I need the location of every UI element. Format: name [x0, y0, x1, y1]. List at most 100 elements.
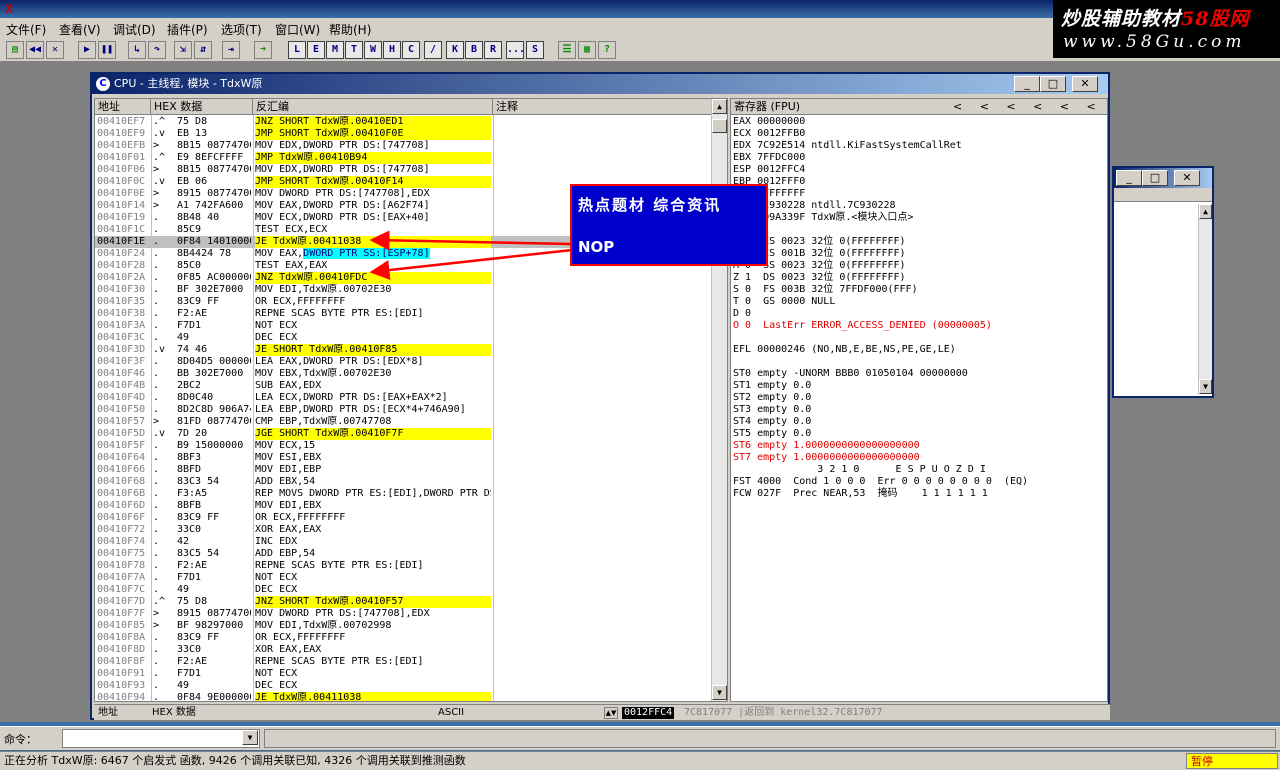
- maximize-icon[interactable]: □: [1040, 76, 1066, 92]
- disassembly-row[interactable]: 00410F57 >81FD 08774700 CMP EBP,TdxW原.0074…: [95, 416, 711, 428]
- minimize-icon[interactable]: _: [1014, 76, 1040, 92]
- disassembly-row[interactable]: 00410F06 >8B15 08774700 MOV EDX,DWORD PTR …: [95, 164, 711, 176]
- disassembly-row[interactable]: 00410F4B. 2BC2 SUB EAX,EDX: [95, 380, 711, 392]
- toolbar-windows-button[interactable]: W: [364, 41, 382, 59]
- dump-scroll-icon[interactable]: ▲▼: [604, 707, 618, 719]
- register-line[interactable]: ST7 empty 1.0000000000000000000: [733, 452, 920, 464]
- menu-view[interactable]: 查看(V): [59, 21, 101, 38]
- disassembly-row[interactable]: 00410EFB >8B15 08774700 MOV EDX,DWORD PTR …: [95, 140, 711, 152]
- register-line[interactable]: S 0 FS 003B 32位 7FFDF000(FFF): [733, 284, 918, 296]
- scroll-thumb[interactable]: [712, 119, 727, 133]
- disassembly-row[interactable]: 00410F7F >8915 08774700 MOV DWORD PTR DS:[…: [95, 608, 711, 620]
- menu-file[interactable]: 文件(F): [6, 21, 46, 38]
- disassembly-row[interactable]: 00410F72. 33C0 XOR EAX,EAX: [95, 524, 711, 536]
- column-header-address[interactable]: 地址: [95, 99, 151, 115]
- registers-arrows[interactable]: < < < < < <: [953, 99, 1096, 114]
- disassembly-row[interactable]: 00410F91. F7D1 NOT ECX: [95, 668, 711, 680]
- scroll-up-icon[interactable]: ▲: [1199, 204, 1212, 219]
- pause-icon[interactable]: ❚❚: [98, 41, 116, 59]
- dump-column-hex[interactable]: HEX 数据: [152, 705, 196, 721]
- disassembly-row[interactable]: 00410F35. 83C9 FF OR ECX,FFFFFFFF: [95, 296, 711, 308]
- disassembly-row[interactable]: 00410F3A. F7D1 NOT ECX: [95, 320, 711, 332]
- open-icon[interactable]: ▤: [6, 41, 24, 59]
- disassembly-row[interactable]: 00410F6D. 8BFB MOV EDI,EBX: [95, 500, 711, 512]
- menu-help[interactable]: 帮助(H): [329, 21, 371, 38]
- disassembly-row[interactable]: 00410F4D. 8D0C40 LEA ECX,DWORD PTR DS:[EAX…: [95, 392, 711, 404]
- menu-debug[interactable]: 调试(D): [113, 21, 156, 38]
- registers-pane[interactable]: 寄存器 (FPU) < < < < < < EAX 00000000 ECX 00…: [730, 98, 1108, 702]
- cpu-window[interactable]: C CPU - 主线程, 模块 - TdxW原 _ □ ✕ 地址 HEX 数据 …: [90, 72, 1110, 720]
- toolbar-references-button[interactable]: R: [484, 41, 502, 59]
- disassembly-row[interactable]: 00410EF7 .^ 75 D8 JNZ SHORT TdxW原.00410ED1: [95, 116, 711, 128]
- disassembly-row[interactable]: 00410F38. F2:AE REPNE SCAS BYTE PTR ES:[ED…: [95, 308, 711, 320]
- secondary-window[interactable]: _ □ ✕ ▲ ▼: [1112, 166, 1214, 398]
- register-line[interactable]: ST3 empty 0.0: [733, 404, 811, 416]
- disassembly-row[interactable]: 00410F78. F2:AE REPNE SCAS BYTE PTR ES:[E…: [95, 560, 711, 572]
- disassembly-row[interactable]: 00410F3D .v 74 46 JE SHORT TdxW原.00410F85: [95, 344, 711, 356]
- disassembly-row[interactable]: 00410F46. BB 302E7000 MOV EBX,TdxW原.00702E…: [95, 368, 711, 380]
- disassembly-row[interactable]: 00410F3F. 8D04D5 00000000 LEA EAX,DWORD PT…: [95, 356, 711, 368]
- register-line[interactable]: O 0 LastErr ERROR_ACCESS_DENIED (0000000…: [733, 320, 992, 332]
- disassembly-row[interactable]: 00410F68. 83C3 54 ADD EBX,54: [95, 476, 711, 488]
- disassembly-row[interactable]: 00410F85 > BF 98297000 MOV EDI,TdxW原.007029…: [95, 620, 711, 632]
- register-line[interactable]: 3 2 1 0 E S P U O Z D I: [733, 464, 986, 476]
- menu-options[interactable]: 选项(T): [221, 21, 262, 38]
- register-line[interactable]: ST4 empty 0.0: [733, 416, 811, 428]
- help-icon[interactable]: ?: [598, 41, 616, 59]
- toolbar-callstack-button[interactable]: K: [446, 41, 464, 59]
- disassembly-row[interactable]: 00410F64. 8BF3 MOV ESI,EBX: [95, 452, 711, 464]
- disassembly-row[interactable]: 00410F8D. 33C0 XOR EAX,EAX: [95, 644, 711, 656]
- run-icon[interactable]: ▶: [78, 41, 96, 59]
- registers-header[interactable]: 寄存器 (FPU) < < < < < <: [731, 99, 1107, 115]
- goto-icon[interactable]: ➜: [254, 41, 272, 59]
- register-line[interactable]: EDX 7C92E514 ntdll.KiFastSystemCallRet: [733, 140, 962, 152]
- minimize-icon[interactable]: _: [1116, 170, 1142, 186]
- disassembly-row[interactable]: 00410F94. 0F84 9E000000 JE TdxW原.00411038: [95, 692, 711, 701]
- maximize-icon[interactable]: □: [1142, 170, 1168, 186]
- disassembly-row[interactable]: 00410F5D .v 7D 20 JGE SHORT TdxW原.00410F7F: [95, 428, 711, 440]
- register-line[interactable]: ST6 empty 1.0000000000000000000: [733, 440, 920, 452]
- disassembly-row[interactable]: 00410F7A. F7D1 NOT ECX: [95, 572, 711, 584]
- column-header-comment[interactable]: 注释: [493, 99, 713, 115]
- scroll-up-icon[interactable]: ▲: [712, 99, 727, 114]
- register-line[interactable]: EBX 7FFDC000: [733, 152, 805, 164]
- disassembly-row[interactable]: 00410F5F. B9 15000000 MOV ECX,15: [95, 440, 711, 452]
- close-icon[interactable]: ✕: [46, 41, 64, 59]
- toolbar-log-button[interactable]: L: [288, 41, 306, 59]
- register-line[interactable]: T 0 GS 0000 NULL: [733, 296, 835, 308]
- cpu-window-title-bar[interactable]: C CPU - 主线程, 模块 - TdxW原 _ □ ✕: [92, 74, 1108, 94]
- disassembly-row[interactable]: 00410F66. 8BFD MOV EDI,EBP: [95, 464, 711, 476]
- toolbar-cpu-button[interactable]: C: [402, 41, 420, 59]
- close-icon[interactable]: ✕: [1072, 76, 1098, 92]
- menu-window[interactable]: 窗口(W): [275, 21, 320, 38]
- disassembly-row[interactable]: 00410F7C. 49 DEC ECX: [95, 584, 711, 596]
- disassembly-row[interactable]: 00410F3C. 49 DEC ECX: [95, 332, 711, 344]
- column-header-disassembly[interactable]: 反汇编: [253, 99, 493, 115]
- step-into-icon[interactable]: ↳: [128, 41, 146, 59]
- toolbar-modules-button[interactable]: E: [307, 41, 325, 59]
- column-header-hex[interactable]: HEX 数据: [151, 99, 253, 115]
- disassembly-row[interactable]: 00410F8A. 83C9 FF OR ECX,FFFFFFFF: [95, 632, 711, 644]
- register-line[interactable]: EAX 00000000: [733, 116, 805, 128]
- register-line[interactable]: ECX 0012FFB0: [733, 128, 805, 140]
- register-line[interactable]: Z 1 DS 0023 32位 0(FFFFFFFF): [733, 272, 906, 284]
- register-line[interactable]: ST1 empty 0.0: [733, 380, 811, 392]
- menu-plugins[interactable]: 插件(P): [167, 21, 208, 38]
- disassembly-row[interactable]: 00410F93. 49 DEC ECX: [95, 680, 711, 692]
- disassembly-row[interactable]: 00410F50. 8D2C8D 906A7400 LEA EBP,DWORD PT…: [95, 404, 711, 416]
- register-line[interactable]: ST0 empty -UNORM BBB0 01050104 00000000: [733, 368, 968, 380]
- step-over-icon[interactable]: ↷: [148, 41, 166, 59]
- register-line[interactable]: EFL 00000246 (NO,NB,E,BE,NS,PE,GE,LE): [733, 344, 956, 356]
- toolbar-breakpoints-button[interactable]: B: [465, 41, 483, 59]
- restart-icon[interactable]: ◀◀: [26, 41, 44, 59]
- register-line[interactable]: FCW 027F Prec NEAR,53 掩码 1 1 1 1 1 1: [733, 488, 988, 500]
- dump-column-address[interactable]: 地址: [98, 705, 118, 721]
- register-line[interactable]: ST2 empty 0.0: [733, 392, 811, 404]
- scroll-down-icon[interactable]: ▼: [712, 685, 727, 700]
- command-input[interactable]: [62, 729, 260, 748]
- toolbar-source-button[interactable]: S: [526, 41, 544, 59]
- list-icon[interactable]: ☰: [558, 41, 576, 59]
- toolbar-patches-button[interactable]: /: [424, 41, 442, 59]
- disassembly-row[interactable]: 00410F6B. F3:A5 REP MOVS DWORD PTR ES:[ED…: [95, 488, 711, 500]
- disassembly-row[interactable]: 00410F74. 42 INC EDX: [95, 536, 711, 548]
